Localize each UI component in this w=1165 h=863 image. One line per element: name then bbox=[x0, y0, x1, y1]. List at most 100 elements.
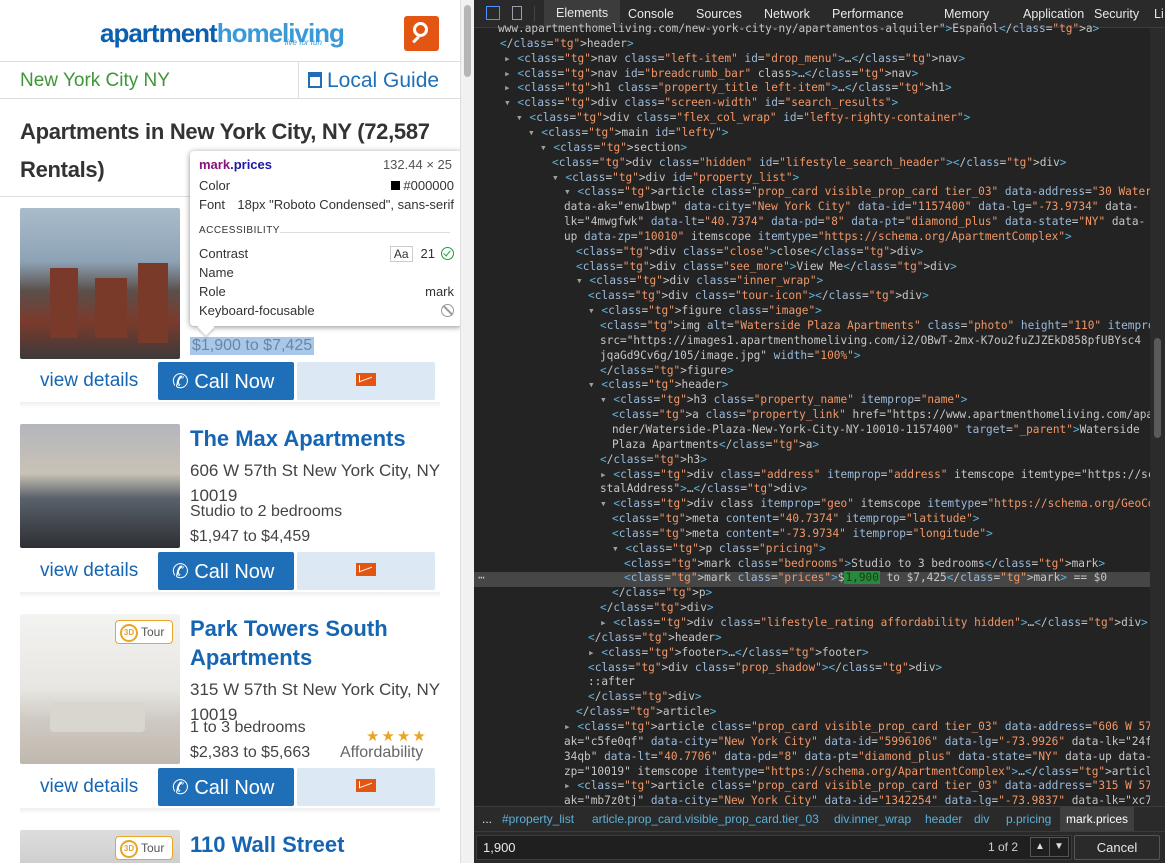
dom-node-line[interactable]: src="https://images1.apartmenthomeliving… bbox=[600, 334, 1141, 349]
dom-node-line[interactable]: stalAddress">…</class="tg">div> bbox=[600, 482, 807, 497]
search-button[interactable] bbox=[404, 16, 439, 51]
tab-application[interactable]: Application bbox=[1023, 7, 1084, 21]
dom-node-line[interactable]: ▾ <class="tg">p class="pricing"> bbox=[612, 542, 826, 557]
dom-node-line[interactable]: ▸ <class="tg">nav class="left-item" id="… bbox=[504, 52, 965, 67]
tab-security[interactable]: Security bbox=[1094, 7, 1139, 21]
scrollbar-thumb[interactable] bbox=[464, 5, 471, 77]
listing-photo[interactable] bbox=[20, 424, 180, 548]
dom-node-line[interactable]: <class="tg">div class="close">close</cla… bbox=[576, 245, 923, 260]
node-actions-icon[interactable]: ⋯ bbox=[478, 571, 485, 586]
dom-node-line[interactable]: jqaGd9Cv6g/105/image.jpg" width="100%"> bbox=[600, 349, 861, 364]
dom-node-line[interactable]: ▾ <class="tg">div class="screen-width" i… bbox=[504, 96, 898, 111]
tab-memory[interactable]: Memory bbox=[944, 7, 989, 21]
find-input[interactable]: 1,900 bbox=[476, 835, 1072, 860]
tab-network[interactable]: Network bbox=[764, 7, 810, 21]
breadcrumb-item[interactable]: #property_list bbox=[502, 812, 574, 826]
dom-node-line[interactable]: ▸ <class="tg">article class="prop_card v… bbox=[564, 779, 1165, 794]
find-previous-button[interactable]: ▲ bbox=[1030, 837, 1050, 857]
dom-node-line[interactable]: ▾ <class="tg">div class="inner_wrap"> bbox=[576, 274, 823, 289]
dom-node-line[interactable]: ▾ <class="tg">header> bbox=[588, 378, 728, 393]
dom-node-line[interactable]: </class="tg">article> bbox=[576, 705, 716, 720]
device-toolbar-icon[interactable] bbox=[512, 6, 522, 20]
local-guide-link[interactable]: Local Guide bbox=[308, 69, 439, 93]
dom-node-line[interactable]: ▾ <class="tg">div class="flex_col_wrap" … bbox=[516, 111, 970, 126]
breadcrumb-item[interactable]: ... bbox=[482, 812, 492, 826]
listing-name-link[interactable]: The Max Apartments bbox=[190, 424, 440, 453]
dom-node-line[interactable]: ▸ <class="tg">footer>…</class="tg">foote… bbox=[588, 646, 869, 661]
website-scrollbar[interactable] bbox=[460, 0, 474, 863]
dom-node-line[interactable]: ▾ <class="tg">h3 class="property_name" i… bbox=[600, 393, 967, 408]
dom-node-line[interactable]: <class="tg">a class="property_link" href… bbox=[612, 408, 1165, 423]
dom-node-line[interactable]: <class="tg">div class="hidden" id="lifes… bbox=[552, 156, 1066, 171]
call-now-button[interactable]: ✆ Call Now bbox=[158, 362, 294, 400]
listing-photo[interactable] bbox=[20, 208, 180, 359]
dom-node-line[interactable]: ▸ <class="tg">article class="prop_card v… bbox=[564, 720, 1165, 735]
3d-tour-badge[interactable]: 3D Tour bbox=[115, 620, 173, 644]
dom-node-line[interactable]: data-ak="enw1bwp" data-city="New York Ci… bbox=[564, 200, 1139, 215]
dom-node-line[interactable]: www.apartmenthomeliving.com/new-york-cit… bbox=[498, 22, 1099, 37]
dom-node-line[interactable]: <class="tg">div class="see_more">View Me… bbox=[576, 260, 957, 275]
dom-node-line[interactable]: ▸ <class="tg">h1 class="property_title l… bbox=[504, 81, 952, 96]
dom-node-line[interactable]: <class="tg">div class="tour-icon"></clas… bbox=[588, 289, 929, 304]
listing-name-link[interactable]: Park Towers South Apartments bbox=[190, 614, 440, 672]
location-selector[interactable]: New York City NY bbox=[20, 70, 170, 92]
dom-node-line[interactable]: </class="tg">h3> bbox=[600, 453, 707, 468]
dom-node-line[interactable]: up data-zp="10010" itemscope itemtype="h… bbox=[564, 230, 1072, 245]
dom-node-line[interactable]: ▸ <class="tg">nav id="breadcrumb_bar" cl… bbox=[504, 67, 918, 82]
breadcrumb-item[interactable]: article.prop_card.visible_prop_card.tier… bbox=[592, 812, 819, 826]
tab-sources[interactable]: Sources bbox=[696, 7, 742, 21]
dom-node-line[interactable]: zp="10019" itemscope itemtype="https://s… bbox=[564, 765, 1165, 780]
dom-node-line[interactable]: <class="tg">meta content="40.7374" itemp… bbox=[612, 512, 979, 527]
dom-node-line[interactable]: ▾ <class="tg">figure class="image"> bbox=[588, 304, 822, 319]
call-now-button[interactable]: ✆ Call Now bbox=[158, 552, 294, 590]
tab-performance[interactable]: Performance bbox=[832, 7, 904, 21]
breadcrumb-item[interactable]: div bbox=[974, 812, 989, 826]
email-button[interactable] bbox=[297, 552, 435, 590]
tab-console[interactable]: Console bbox=[628, 7, 674, 21]
dom-node-line[interactable]: <class="tg">img alt="Waterside Plaza Apa… bbox=[600, 319, 1165, 334]
dom-node-line[interactable]: Plaza Apartments</class="tg">a> bbox=[612, 438, 819, 453]
tab-li[interactable]: Li bbox=[1154, 7, 1164, 21]
find-match-count: 1 of 2 bbox=[988, 840, 1019, 854]
inspect-element-icon[interactable] bbox=[486, 6, 500, 20]
elements-scrollbar[interactable] bbox=[1150, 28, 1165, 806]
dom-node-line[interactable]: </class="tg">div> bbox=[588, 690, 702, 705]
dom-node-line[interactable]: </class="tg">header> bbox=[500, 37, 634, 52]
3d-tour-badge[interactable]: 3D Tour bbox=[115, 836, 173, 860]
dom-node-line[interactable]: ak="c5fe0qf" data-city="New York City" d… bbox=[564, 735, 1152, 750]
call-now-button[interactable]: ✆ Call Now bbox=[158, 768, 294, 806]
breadcrumb-item[interactable]: p.pricing bbox=[1006, 812, 1051, 826]
dom-node-line[interactable]: ▾ <class="tg">div class itemprop="geo" i… bbox=[600, 497, 1165, 512]
dom-node-line[interactable]: </class="tg">p> bbox=[612, 586, 712, 601]
dom-node-line[interactable]: ::after bbox=[588, 675, 635, 690]
dom-node-line[interactable]: ▸ <class="tg">div class="lifestyle_ratin… bbox=[600, 616, 1148, 631]
dom-node-line[interactable]: 34qb" data-lt="40.7706" data-pd="8" data… bbox=[564, 750, 1152, 765]
scrollbar-thumb[interactable] bbox=[1154, 338, 1161, 438]
dom-node-line[interactable]: </class="tg">header> bbox=[588, 631, 722, 646]
breadcrumb-item[interactable]: mark.prices bbox=[1060, 807, 1135, 831]
dom-node-line[interactable]: </class="tg">figure> bbox=[600, 364, 734, 379]
breadcrumb-item[interactable]: div.inner_wrap bbox=[834, 812, 911, 826]
view-details-link[interactable]: view details bbox=[40, 370, 138, 392]
view-details-link[interactable]: view details bbox=[40, 776, 138, 798]
dom-node-line[interactable]: </class="tg">div> bbox=[600, 601, 714, 616]
dom-node-line[interactable]: ▸ <class="tg">div class="address" itempr… bbox=[600, 468, 1165, 483]
elements-tree[interactable]: www.apartmenthomeliving.com/new-york-cit… bbox=[474, 22, 1165, 807]
dom-node-line[interactable]: <class="tg">mark class="bedrooms">Studio… bbox=[624, 557, 1105, 572]
view-details-link[interactable]: view details bbox=[40, 560, 138, 582]
breadcrumb-item[interactable]: header bbox=[925, 812, 962, 826]
find-cancel-button[interactable]: Cancel bbox=[1074, 835, 1160, 860]
listing-name-link[interactable]: 110 Wall Street bbox=[190, 830, 440, 859]
dom-node-line[interactable]: ▾ <class="tg">article class="prop_card v… bbox=[564, 185, 1165, 200]
dom-node-line[interactable]: <class="tg">mark class="prices">$1,900 t… bbox=[624, 571, 1107, 586]
dom-node-line[interactable]: nder/Waterside-Plaza-New-York-City-NY-10… bbox=[612, 423, 1140, 438]
dom-node-line[interactable]: ▾ <class="tg">main id="lefty"> bbox=[528, 126, 728, 141]
dom-node-line[interactable]: lk="4mwgfwk" data-lt="40.7374" data-pd="… bbox=[564, 215, 1145, 230]
dom-node-line[interactable]: <class="tg">div class="prop_shadow"></cl… bbox=[588, 661, 942, 676]
email-button[interactable] bbox=[297, 362, 435, 400]
dom-node-line[interactable]: <class="tg">meta content="-73.9734" item… bbox=[612, 527, 993, 542]
dom-node-line[interactable]: ▾ <class="tg">div id="property_list"> bbox=[552, 171, 799, 186]
find-next-button[interactable]: ▼ bbox=[1049, 837, 1069, 857]
email-button[interactable] bbox=[297, 768, 435, 806]
dom-node-line[interactable]: ▾ <class="tg">section> bbox=[540, 141, 687, 156]
